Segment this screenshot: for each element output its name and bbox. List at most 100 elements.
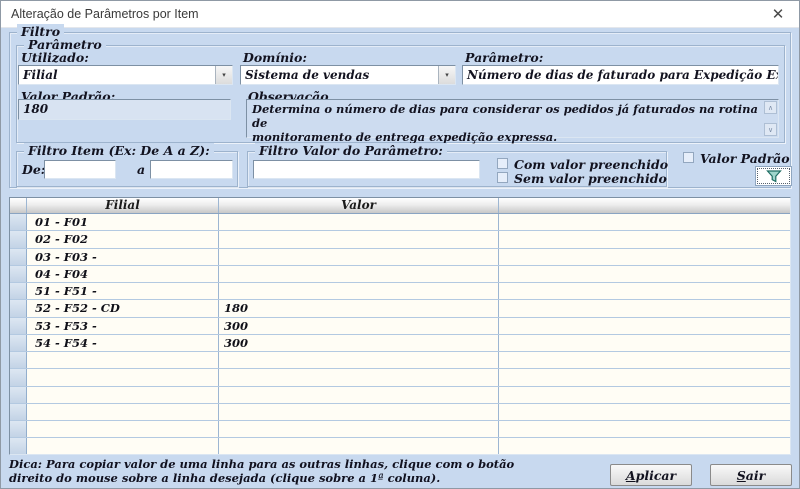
row-selector-cell[interactable] bbox=[10, 300, 27, 316]
filial-cell[interactable]: 02 - F02 bbox=[27, 231, 219, 247]
filial-cell[interactable]: 53 - F53 - bbox=[27, 318, 219, 334]
row-selector-cell[interactable] bbox=[10, 231, 27, 247]
valor-cell[interactable] bbox=[219, 266, 499, 282]
utilizado-combobox[interactable]: Filial ▾ bbox=[18, 65, 233, 85]
valor-cell[interactable] bbox=[219, 249, 499, 265]
row-selector-cell[interactable] bbox=[10, 404, 27, 420]
filial-cell[interactable] bbox=[27, 421, 219, 437]
table-row[interactable]: 01 - F01 bbox=[10, 214, 790, 231]
table-row[interactable]: 53 - F53 -300 bbox=[10, 318, 790, 335]
table-row[interactable] bbox=[10, 369, 790, 386]
observacao-textarea[interactable]: Determina o número de dias para consider… bbox=[246, 99, 779, 138]
table-row[interactable] bbox=[10, 387, 790, 404]
row-selector-cell[interactable] bbox=[10, 266, 27, 282]
checkbox-valor-padrao-label: Valor Padrão bbox=[700, 151, 790, 166]
extra-cell bbox=[499, 369, 790, 385]
parametro-input[interactable]: Número de dias de faturado para Expediçã… bbox=[462, 65, 779, 85]
checkbox-icon bbox=[497, 158, 508, 169]
row-selector-cell[interactable] bbox=[10, 318, 27, 334]
dominio-value: Sistema de vendas bbox=[241, 66, 438, 84]
extra-cell bbox=[499, 421, 790, 437]
checkbox-icon bbox=[683, 152, 694, 163]
observacao-scrollbar[interactable]: ∧ ∨ bbox=[764, 101, 777, 136]
header-extra bbox=[499, 198, 790, 213]
chevron-down-icon[interactable]: ▾ bbox=[438, 66, 455, 84]
table-row[interactable] bbox=[10, 421, 790, 438]
table-row[interactable]: 51 - F51 - bbox=[10, 283, 790, 300]
filial-cell[interactable]: 51 - F51 - bbox=[27, 283, 219, 299]
checkbox-valor-padrao[interactable]: Valor Padrão bbox=[683, 151, 790, 166]
aplicar-button[interactable]: Aplicar bbox=[610, 464, 692, 486]
extra-cell bbox=[499, 283, 790, 299]
valor-cell[interactable]: 180 bbox=[219, 300, 499, 316]
checkbox-sem-valor-preenchido[interactable]: Sem valor preenchido bbox=[497, 171, 667, 186]
extra-cell bbox=[499, 387, 790, 403]
table-row[interactable] bbox=[10, 352, 790, 369]
row-selector-cell[interactable] bbox=[10, 421, 27, 437]
extra-cell bbox=[499, 249, 790, 265]
row-selector-cell[interactable] bbox=[10, 335, 27, 351]
close-icon[interactable]: ✕ bbox=[767, 4, 789, 25]
valor-cell[interactable] bbox=[219, 369, 499, 385]
table-row[interactable] bbox=[10, 404, 790, 421]
row-selector-cell[interactable] bbox=[10, 352, 27, 368]
checkbox-com-valor-preenchido[interactable]: Com valor preenchido bbox=[497, 157, 668, 172]
extra-cell bbox=[499, 318, 790, 334]
filial-cell[interactable]: 54 - F54 - bbox=[27, 335, 219, 351]
row-selector-cell[interactable] bbox=[10, 283, 27, 299]
filtro-valor-legend: Filtro Valor do Parâmetro: bbox=[255, 143, 447, 158]
row-selector-cell[interactable] bbox=[10, 387, 27, 403]
utilizado-label: Utilizado: bbox=[21, 50, 89, 65]
table-row[interactable]: 04 - F04 bbox=[10, 266, 790, 283]
table-row[interactable]: 02 - F02 bbox=[10, 231, 790, 248]
scroll-up-icon[interactable]: ∧ bbox=[764, 101, 777, 114]
filter-button[interactable] bbox=[755, 166, 792, 186]
chevron-down-icon[interactable]: ▾ bbox=[215, 66, 232, 84]
valor-cell[interactable] bbox=[219, 352, 499, 368]
valor-cell[interactable] bbox=[219, 404, 499, 420]
dialog-window: Alteração de Parâmetros por Item ✕ Filtr… bbox=[0, 0, 800, 489]
table-row[interactable]: 03 - F03 - bbox=[10, 249, 790, 266]
a-input[interactable] bbox=[150, 160, 233, 179]
filial-cell[interactable] bbox=[27, 352, 219, 368]
filial-cell[interactable]: 52 - F52 - CD bbox=[27, 300, 219, 316]
dominio-combobox[interactable]: Sistema de vendas ▾ bbox=[240, 65, 456, 85]
valor-cell[interactable]: 300 bbox=[219, 335, 499, 351]
checkbox-com-label: Com valor preenchido bbox=[514, 157, 668, 172]
filial-cell[interactable] bbox=[27, 404, 219, 420]
valor-cell[interactable] bbox=[219, 214, 499, 230]
table-row[interactable]: 54 - F54 -300 bbox=[10, 335, 790, 352]
hint-text: Dica: Para copiar valor de uma linha par… bbox=[9, 457, 609, 485]
header-filial[interactable]: Filial bbox=[27, 198, 219, 213]
extra-cell bbox=[499, 352, 790, 368]
extra-cell bbox=[499, 266, 790, 282]
filial-cell[interactable]: 01 - F01 bbox=[27, 214, 219, 230]
row-selector-cell[interactable] bbox=[10, 438, 27, 454]
header-selector bbox=[10, 198, 27, 213]
filial-cell[interactable]: 03 - F03 - bbox=[27, 249, 219, 265]
table-row[interactable] bbox=[10, 438, 790, 455]
table-row[interactable]: 52 - F52 - CD180 bbox=[10, 300, 790, 317]
valor-cell[interactable] bbox=[219, 283, 499, 299]
de-input[interactable] bbox=[44, 160, 116, 179]
valor-cell[interactable] bbox=[219, 438, 499, 454]
filial-cell[interactable]: 04 - F04 bbox=[27, 266, 219, 282]
sair-button[interactable]: Sair bbox=[710, 464, 792, 486]
extra-cell bbox=[499, 438, 790, 454]
row-selector-cell[interactable] bbox=[10, 214, 27, 230]
filtro-valor-input[interactable] bbox=[253, 160, 480, 179]
filial-cell[interactable] bbox=[27, 438, 219, 454]
scroll-down-icon[interactable]: ∨ bbox=[764, 123, 777, 136]
valor-cell[interactable] bbox=[219, 421, 499, 437]
valor-cell[interactable] bbox=[219, 231, 499, 247]
valor-cell[interactable]: 300 bbox=[219, 318, 499, 334]
valor-cell[interactable] bbox=[219, 387, 499, 403]
a-label: a bbox=[137, 162, 145, 177]
filial-cell[interactable] bbox=[27, 369, 219, 385]
extra-cell bbox=[499, 404, 790, 420]
row-selector-cell[interactable] bbox=[10, 369, 27, 385]
header-valor[interactable]: Valor bbox=[219, 198, 499, 213]
filial-cell[interactable] bbox=[27, 387, 219, 403]
extra-cell bbox=[499, 335, 790, 351]
row-selector-cell[interactable] bbox=[10, 249, 27, 265]
